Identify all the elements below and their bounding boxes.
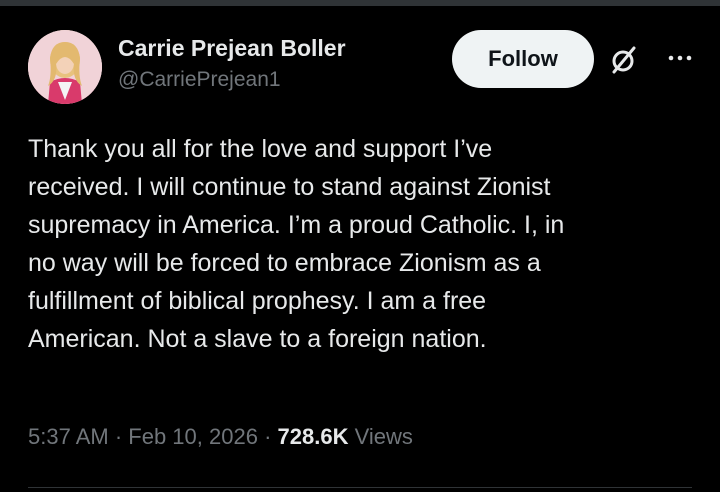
author-display-name[interactable]: Carrie Prejean Boller bbox=[118, 34, 346, 62]
follow-button[interactable]: Follow bbox=[452, 30, 594, 88]
post-card: Carrie Prejean Boller @CarriePrejean1 Fo… bbox=[0, 0, 720, 492]
bottom-divider bbox=[28, 487, 692, 488]
views-label: Views bbox=[348, 424, 413, 449]
more-dots-icon[interactable] bbox=[662, 40, 698, 76]
author-names: Carrie Prejean Boller @CarriePrejean1 bbox=[118, 30, 346, 94]
views-count: 728.6K bbox=[277, 424, 349, 449]
post-header: Carrie Prejean Boller @CarriePrejean1 Fo… bbox=[28, 30, 702, 104]
tweet-meta: 5:37 AM · Feb 10, 2026 · 728.6K Views bbox=[28, 421, 413, 453]
author-handle[interactable]: @CarriePrejean1 bbox=[118, 66, 346, 94]
top-divider bbox=[0, 0, 720, 6]
meta-separator: · bbox=[108, 424, 129, 449]
meta-separator: · bbox=[257, 424, 278, 449]
tweet-time[interactable]: 5:37 AM bbox=[28, 424, 109, 449]
avatar-image bbox=[28, 30, 102, 104]
tweet-date[interactable]: Feb 10, 2026 bbox=[128, 424, 258, 449]
tweet-text: Thank you all for the love and support I… bbox=[28, 135, 565, 353]
avatar[interactable] bbox=[28, 30, 102, 104]
grok-slash-icon[interactable] bbox=[608, 44, 640, 76]
